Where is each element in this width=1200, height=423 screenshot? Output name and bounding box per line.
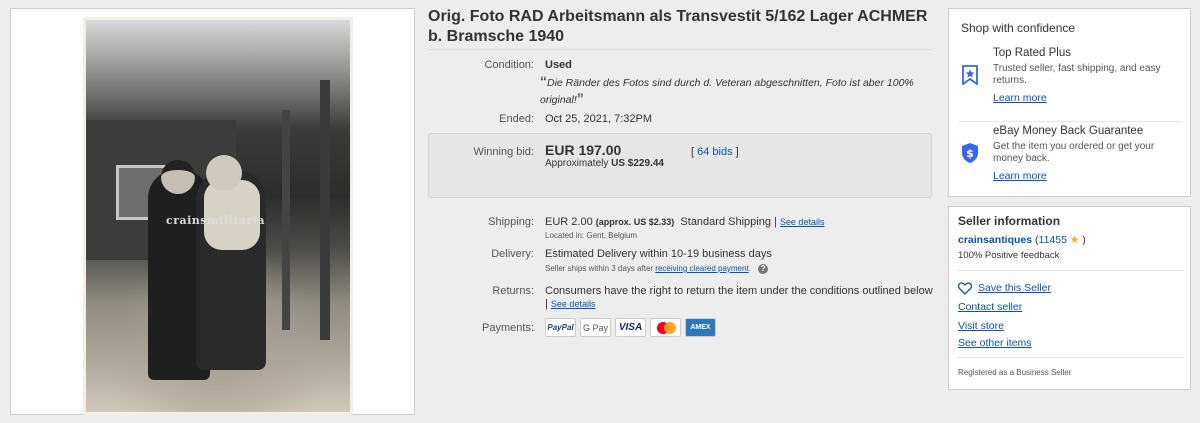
approx-prefix: Approximately	[545, 158, 609, 169]
feedback-count-link[interactable]: 11455	[1039, 234, 1067, 246]
item-photo[interactable]: crainsmilitaria	[83, 17, 353, 415]
located-in: Located in: Gent, Belgium	[545, 231, 638, 240]
condition-label: Condition:	[484, 59, 534, 71]
seller-title: Seller information	[958, 214, 1061, 228]
money-back-shield-icon: $	[962, 143, 978, 163]
seller-name-row: crainsantiques (11455 ★ )	[958, 234, 1086, 246]
top-rated-learn-more-link[interactable]: Learn more	[993, 92, 1047, 104]
winning-bid-label: Winning bid:	[473, 146, 534, 158]
money-back-desc: Get the item you ordered or get your mon…	[993, 141, 1155, 164]
photo-head	[161, 160, 195, 194]
confidence-divider	[959, 121, 1182, 122]
heart-icon[interactable]	[958, 282, 972, 295]
mastercard-icon	[650, 318, 681, 337]
seller-divider	[957, 270, 1184, 271]
shop-with-confidence-panel: Shop with confidence Top Rated Plus Trus…	[948, 8, 1191, 197]
delivery-note-text: Seller ships within 3 days after	[545, 264, 654, 274]
photo-watermark: crainsmilitaria	[166, 214, 265, 227]
shipping-cost: EUR 2.00	[545, 216, 593, 228]
delivery-note-end: .	[748, 264, 751, 274]
top-rated-desc: Trusted seller, fast shipping, and easy …	[993, 63, 1161, 86]
feedback-close: )	[1082, 234, 1086, 246]
delivery-value: Estimated Delivery within 10-19 business…	[545, 248, 772, 260]
help-icon[interactable]: ?	[758, 264, 769, 274]
title-divider	[428, 49, 932, 50]
photo-tree	[282, 110, 290, 330]
bids-link[interactable]: 64 bids	[697, 146, 732, 158]
winning-bid-price: EUR 197.00	[545, 142, 622, 158]
item-photo-panel: crainsmilitaria	[10, 8, 415, 415]
save-seller-link[interactable]: Save this Seller	[978, 282, 1051, 294]
top-rated-badge-icon	[962, 65, 978, 85]
money-back-learn-more-link[interactable]: Learn more	[993, 170, 1047, 182]
shipping-method: Standard Shipping	[680, 216, 771, 228]
seller-divider	[957, 357, 1184, 358]
contact-seller-link[interactable]: Contact seller	[958, 301, 1022, 313]
returns-details: | See details	[545, 298, 595, 310]
seller-name-link[interactable]: crainsantiques	[958, 234, 1032, 246]
delivery-note: Seller ships within 3 days after receivi…	[545, 264, 769, 274]
shipping-approx: (approx. US $2.33)	[595, 217, 675, 227]
condition-description: “Die Ränder des Fotos sind durch d. Vete…	[540, 74, 930, 108]
shipping-row: EUR 2.00 (approx. US $2.33) Standard Shi…	[545, 216, 824, 228]
approx-value: US $229.44	[611, 158, 664, 169]
seller-information-panel: Seller information crainsantiques (11455…	[948, 206, 1191, 390]
cleared-payment-link[interactable]: receiving cleared payment	[655, 264, 748, 273]
see-other-items-link[interactable]: See other items	[958, 337, 1032, 349]
winning-bid-box	[428, 133, 932, 198]
registered-business-seller: Registered as a Business Seller	[958, 368, 1072, 377]
top-rated-title: Top Rated Plus	[993, 47, 1071, 59]
returns-value: Consumers have the right to return the i…	[545, 285, 933, 297]
photo-head	[206, 155, 242, 191]
positive-feedback: 100% Positive feedback	[958, 250, 1060, 261]
listing-title: Orig. Foto RAD Arbeitsmann als Transvest…	[428, 8, 928, 45]
photo-tree	[320, 80, 330, 340]
winning-bid-approx: Approximately US $229.44	[545, 158, 664, 169]
quote-open-mark: “	[540, 73, 547, 89]
returns-label: Returns:	[492, 285, 534, 297]
money-back-title: eBay Money Back Guarantee	[993, 125, 1144, 137]
shipping-see-details-link[interactable]: See details	[780, 217, 825, 227]
condition-quote-text: Die Ränder des Fotos sind durch d. Veter…	[540, 77, 914, 106]
svg-text:$: $	[966, 147, 974, 160]
quote-close-mark: ”	[576, 90, 584, 106]
visa-icon: VISA	[615, 318, 646, 337]
bids-bracket-close: ]	[735, 146, 739, 158]
shipping-separator: |	[774, 216, 777, 228]
ended-value: Oct 25, 2021, 7:32PM	[545, 113, 653, 125]
bids-count: [ 64 bids ]	[691, 146, 739, 158]
condition-value: Used	[545, 59, 572, 71]
payment-methods: PayPal G Pay VISA AMEX	[545, 318, 716, 337]
ended-label: Ended:	[499, 113, 534, 125]
confidence-title: Shop with confidence	[961, 21, 1076, 35]
delivery-label: Delivery:	[491, 248, 534, 260]
payments-label: Payments:	[482, 322, 534, 334]
paypal-icon: PayPal	[545, 318, 576, 337]
amex-icon: AMEX	[685, 318, 716, 337]
returns-separator: |	[545, 298, 548, 310]
returns-see-details-link[interactable]: See details	[551, 299, 596, 309]
google-pay-icon: G Pay	[580, 318, 611, 337]
feedback-star-icon: ★	[1069, 234, 1080, 246]
visit-store-link[interactable]: Visit store	[958, 320, 1004, 332]
shipping-label: Shipping:	[488, 216, 534, 228]
bids-bracket-open: [	[691, 146, 695, 158]
